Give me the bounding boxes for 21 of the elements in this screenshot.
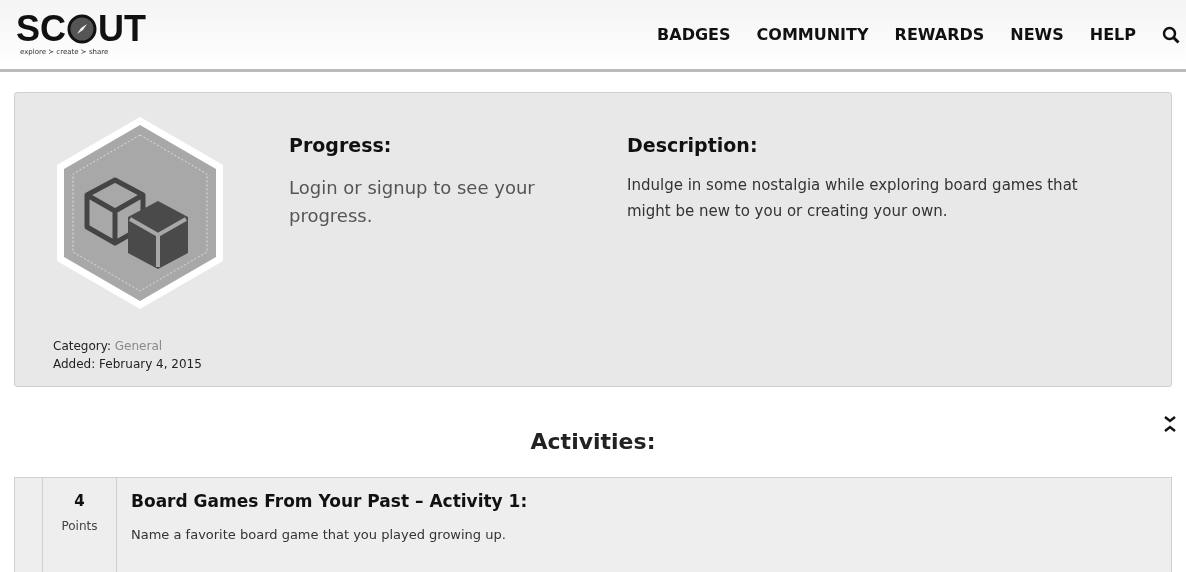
nav-link[interactable]: REWARDS (894, 22, 985, 47)
activity-title: Board Games From Your Past – Activity 1: (131, 490, 528, 513)
logo-text: UT (98, 11, 146, 48)
added-date: Added: February 4, 2015 (53, 356, 202, 373)
points-value: 4 (74, 491, 85, 512)
activity-text: Name a favorite board game that you played growing up. (131, 525, 507, 544)
nav-link[interactable]: BADGES (657, 22, 731, 47)
progress-text: Login or signup to see your progress. (289, 175, 536, 228)
nav-link[interactable]: HELP (1089, 22, 1136, 47)
nav-link[interactable]: COMMUNITY (756, 22, 869, 47)
description-title: Description: (627, 133, 759, 158)
category-text: Category: General (53, 338, 163, 355)
description-text: Indulge in some nostalgia while exploring board games that might be new to you or creating your own. (627, 174, 1079, 222)
nav-link[interactable]: NEWS (1010, 22, 1064, 47)
logo-text: SC (16, 11, 66, 48)
activities-title: Activities: (530, 427, 656, 456)
points-label: Points (61, 517, 98, 535)
compass-icon (67, 14, 97, 45)
progress-title: Progress: (289, 133, 393, 158)
search-icon[interactable] (1162, 25, 1180, 44)
collapse-icon[interactable] (1163, 415, 1177, 433)
